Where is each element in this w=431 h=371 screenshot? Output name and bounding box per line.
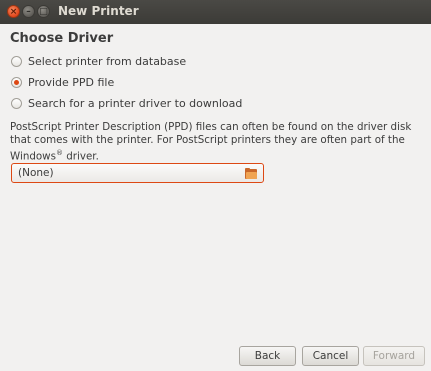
option-label: Search for a printer driver to download: [28, 96, 243, 110]
option-provide-ppd-file[interactable]: Provide PPD file: [11, 74, 114, 90]
title-bar: × – □ New Printer: [0, 0, 431, 24]
forward-button[interactable]: Forward: [363, 346, 425, 366]
option-select-from-database[interactable]: Select printer from database: [11, 53, 186, 69]
option-search-driver-download[interactable]: Search for a printer driver to download: [11, 95, 242, 111]
close-icon: ×: [9, 7, 18, 17]
cancel-button[interactable]: Cancel: [302, 346, 359, 366]
back-button[interactable]: Back: [239, 346, 296, 366]
option-label: Select printer from database: [28, 54, 187, 68]
close-window-button[interactable]: ×: [7, 5, 20, 18]
description-tail: driver.: [62, 150, 99, 163]
minimize-icon: –: [26, 7, 31, 17]
ppd-description: PostScript Printer Description (PPD) fil…: [10, 121, 415, 163]
maximize-icon: □: [39, 7, 48, 17]
option-label: Provide PPD file: [28, 75, 115, 89]
radio-button[interactable]: [11, 55, 22, 67]
maximize-window-button[interactable]: □: [37, 5, 50, 18]
minimize-window-button[interactable]: –: [22, 5, 35, 18]
new-printer-window: × – □ New Printer Choose Driver Select p…: [0, 0, 431, 371]
registered-mark: ®: [55, 149, 63, 157]
ppd-file-chooser[interactable]: (None): [11, 163, 264, 183]
radio-button[interactable]: [11, 97, 22, 109]
radio-button-checked[interactable]: [11, 76, 22, 88]
folder-icon: [245, 167, 257, 179]
file-chooser-value: (None): [18, 167, 54, 179]
window-title: New Printer: [58, 4, 139, 18]
page-heading: Choose Driver: [10, 31, 114, 46]
